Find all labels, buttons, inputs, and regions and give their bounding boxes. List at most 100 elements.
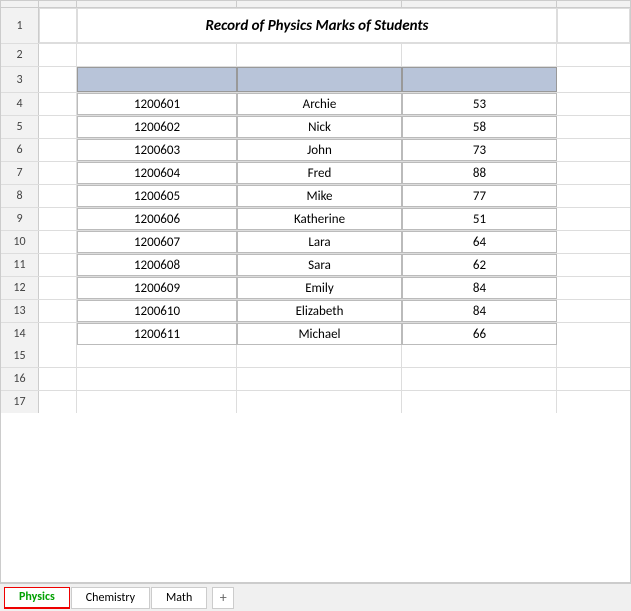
cell-e[interactable] [557,323,630,345]
cell-e[interactable] [557,162,630,184]
cell-e[interactable] [557,185,630,207]
cell-student-id[interactable]: 1200605 [77,185,237,207]
cell-e[interactable] [557,345,630,367]
cell-marks[interactable]: 84 [402,300,557,322]
cell-marks[interactable]: 73 [402,139,557,161]
sheet-tab-chemistry[interactable]: Chemistry [71,587,150,609]
cell-d[interactable] [402,391,557,413]
header-marks[interactable] [402,67,557,92]
cell-marks[interactable]: 77 [402,185,557,207]
cell-a[interactable] [39,185,77,207]
sheet-tab-physics[interactable]: Physics [4,587,70,609]
cell-name[interactable]: Nick [237,116,402,138]
cell-marks[interactable]: 53 [402,93,557,115]
col-header-d [402,1,557,7]
table-row: 14 1200611 Michael 66 [1,323,630,345]
cell-a[interactable] [39,139,77,161]
cell-marks[interactable]: 64 [402,231,557,253]
cell-name[interactable]: Sara [237,254,402,276]
cell-2e[interactable] [557,44,630,66]
cell-a[interactable] [39,323,77,345]
cell-2b[interactable] [77,44,237,66]
cell-a[interactable] [39,300,77,322]
cell-name[interactable]: Katherine [237,208,402,230]
row-num: 12 [1,277,39,299]
cell-marks[interactable]: 88 [402,162,557,184]
cell-b[interactable] [77,368,237,390]
cell-student-id[interactable]: 1200604 [77,162,237,184]
cell-e[interactable] [557,139,630,161]
cell-a[interactable] [39,368,77,390]
cell-a[interactable] [39,208,77,230]
header-name[interactable] [237,67,402,92]
table-row: 7 1200604 Fred 88 [1,162,630,185]
col-header-a [39,1,77,7]
cell-e[interactable] [557,231,630,253]
cell-student-id[interactable]: 1200602 [77,116,237,138]
cell-student-id[interactable]: 1200609 [77,277,237,299]
cell-e[interactable] [557,93,630,115]
cell-a[interactable] [39,391,77,413]
cell-d[interactable] [402,345,557,367]
cell-c[interactable] [237,345,402,367]
cell-student-id[interactable]: 1200607 [77,231,237,253]
cell-2c[interactable] [237,44,402,66]
cell-marks[interactable]: 58 [402,116,557,138]
cell-2d[interactable] [402,44,557,66]
cell-student-id[interactable]: 1200610 [77,300,237,322]
cell-a[interactable] [39,116,77,138]
cell-a[interactable] [39,231,77,253]
cell-name[interactable]: John [237,139,402,161]
cell-student-id[interactable]: 1200608 [77,254,237,276]
cell-student-id[interactable]: 1200611 [77,323,237,345]
cell-c[interactable] [237,368,402,390]
cell-e[interactable] [557,368,630,390]
cell-a[interactable] [39,345,77,367]
cell-name[interactable]: Archie [237,93,402,115]
cell-b[interactable] [77,391,237,413]
cell-d[interactable] [402,368,557,390]
cell-1e[interactable] [557,8,630,43]
cell-marks[interactable]: 84 [402,277,557,299]
cell-e[interactable] [557,254,630,276]
cell-e[interactable] [557,277,630,299]
cell-a[interactable] [39,277,77,299]
cell-e[interactable] [557,391,630,413]
cell-2a[interactable] [39,44,77,66]
table-row: 13 1200610 Elizabeth 84 [1,300,630,323]
add-sheet-button[interactable]: + [212,587,234,609]
cell-c[interactable] [237,391,402,413]
cell-e[interactable] [557,116,630,138]
data-rows: 4 1200601 Archie 53 5 1200602 Nick 58 6 … [1,93,630,345]
cell-marks[interactable]: 66 [402,323,557,345]
cell-a[interactable] [39,162,77,184]
empty-row: 15 [1,345,630,368]
sheet-tab-math[interactable]: Math [151,587,207,609]
cell-e[interactable] [557,208,630,230]
title-merged-cell[interactable]: Record of Physics Marks of Students [77,8,557,43]
cell-a[interactable] [39,93,77,115]
cell-1a[interactable] [39,8,77,43]
cell-name[interactable]: Fred [237,162,402,184]
cell-b[interactable] [77,345,237,367]
empty-rows: 15 16 17 [1,345,630,413]
row-num: 9 [1,208,39,230]
cell-name[interactable]: Mike [237,185,402,207]
cell-name[interactable]: Lara [237,231,402,253]
cell-name[interactable]: Emily [237,277,402,299]
cell-a[interactable] [39,254,77,276]
cell-student-id[interactable]: 1200606 [77,208,237,230]
cell-student-id[interactable]: 1200601 [77,93,237,115]
header-student-id[interactable] [77,67,237,92]
tab-bar: PhysicsChemistryMath + [0,583,631,611]
cell-3e[interactable] [557,67,630,92]
col-header-b [77,1,237,7]
cell-3a[interactable] [39,67,77,92]
cell-marks[interactable]: 62 [402,254,557,276]
cell-student-id[interactable]: 1200603 [77,139,237,161]
cell-marks[interactable]: 51 [402,208,557,230]
cell-e[interactable] [557,300,630,322]
cell-name[interactable]: Elizabeth [237,300,402,322]
row-num: 8 [1,185,39,207]
cell-name[interactable]: Michael [237,323,402,345]
